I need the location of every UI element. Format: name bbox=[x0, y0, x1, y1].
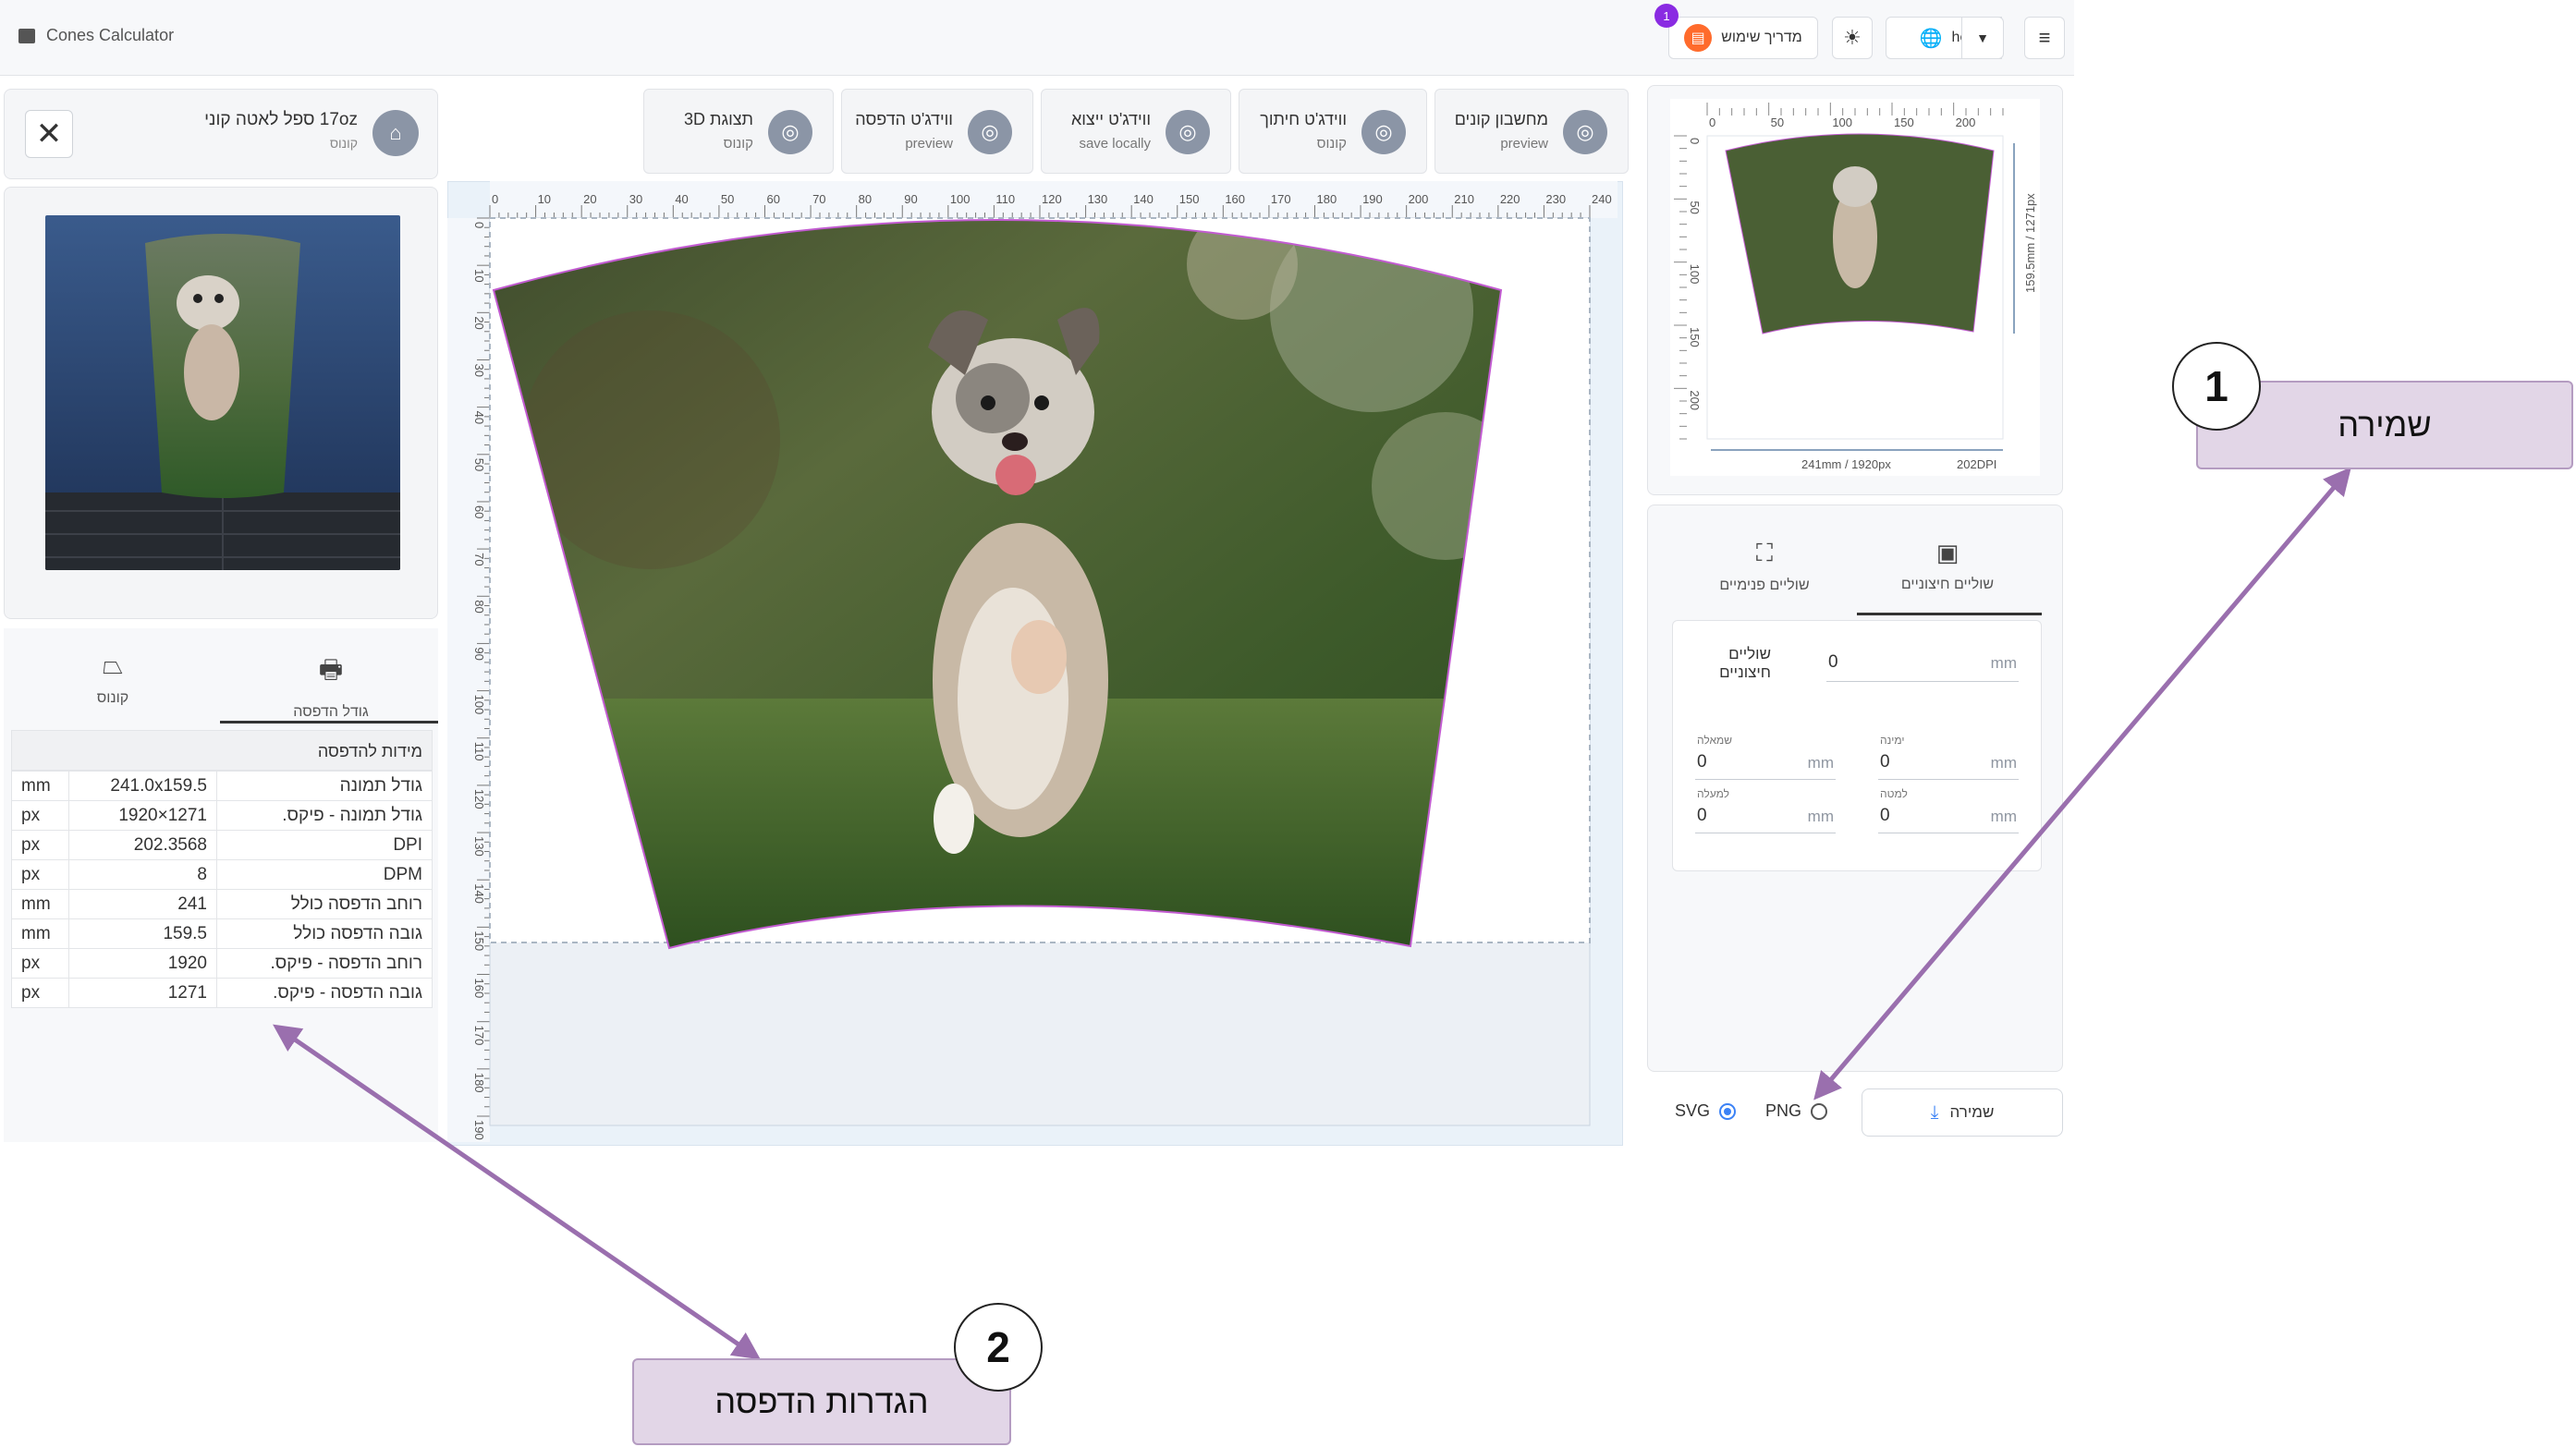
callout-save-text: שמירה bbox=[2338, 406, 2432, 444]
arrow-1 bbox=[1813, 467, 2351, 1100]
arrow-2 bbox=[273, 1024, 761, 1360]
callout-number-2: 2 bbox=[954, 1303, 1043, 1392]
annotation-arrows bbox=[273, 467, 2351, 1360]
callout-print-settings-text: הגדרות הדפסה bbox=[714, 1382, 929, 1420]
callout-number-1: 1 bbox=[2172, 342, 2261, 431]
callout-print-settings: הגדרות הדפסה bbox=[632, 1358, 1011, 1445]
